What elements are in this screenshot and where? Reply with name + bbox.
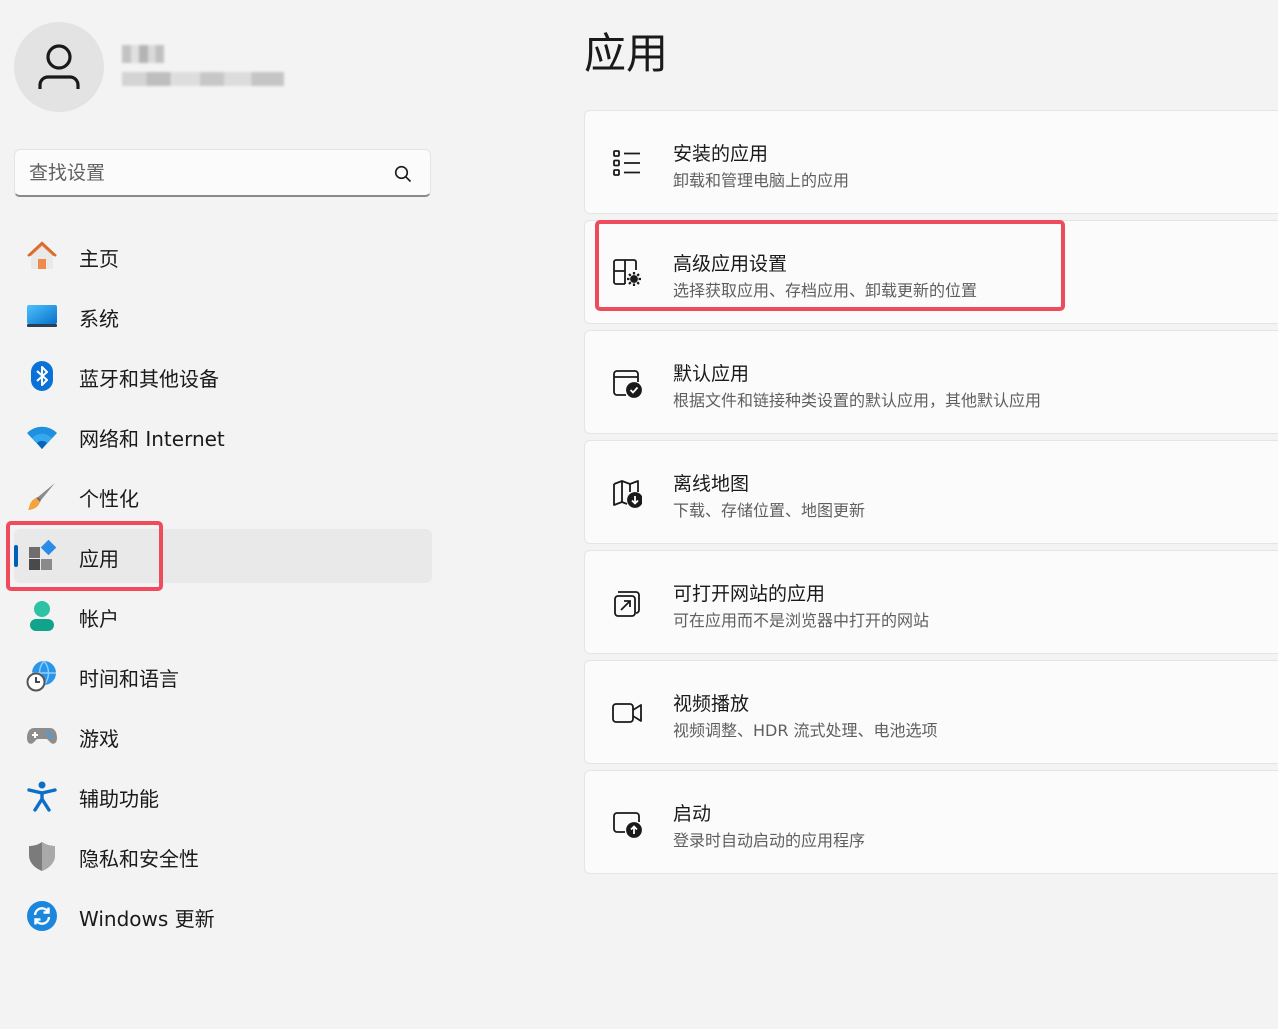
- sidebar-item-label: 时间和语言: [79, 667, 179, 691]
- sidebar-item-home[interactable]: 主页: [14, 229, 432, 283]
- sidebar-item-label: 个性化: [79, 487, 139, 511]
- search-box[interactable]: [14, 149, 431, 197]
- sidebar-item-label: 蓝牙和其他设备: [79, 367, 219, 391]
- card-title: 视频播放: [673, 693, 750, 715]
- sidebar-nav: 主页 系统 蓝牙和其他设备 网络和 Internet 个性化 应用 帐户 时间和…: [14, 229, 432, 949]
- blurred-user-email: [122, 72, 284, 86]
- card-default-apps[interactable]: 默认应用 根据文件和链接种类设置的默认应用，其他默认应用: [584, 330, 1278, 434]
- sidebar-item-label: 应用: [79, 547, 119, 571]
- avatar[interactable]: [14, 22, 104, 112]
- card-subtitle: 可在应用而不是浏览器中打开的网站: [673, 611, 930, 630]
- user-info: [122, 45, 284, 86]
- card-subtitle: 根据文件和链接种类设置的默认应用，其他默认应用: [673, 391, 1042, 410]
- sidebar-item-label: 网络和 Internet: [79, 427, 225, 451]
- system-icon: [26, 300, 58, 332]
- default-apps-icon: [609, 365, 645, 401]
- card-title: 离线地图: [673, 473, 750, 495]
- sidebar-item-windows-update[interactable]: Windows 更新: [14, 889, 432, 943]
- card-apps-for-websites[interactable]: 可打开网站的应用 可在应用而不是浏览器中打开的网站: [584, 550, 1278, 654]
- globe-clock-icon: [26, 660, 58, 692]
- page-title: 应用: [584, 29, 669, 78]
- card-advanced-app-settings[interactable]: 高级应用设置 选择获取应用、存档应用、卸载更新的位置: [584, 220, 1278, 324]
- video-icon: [609, 695, 645, 731]
- card-title: 高级应用设置: [673, 253, 788, 275]
- sidebar-item-label: 主页: [79, 247, 119, 271]
- sidebar-item-bluetooth[interactable]: 蓝牙和其他设备: [14, 349, 432, 403]
- search-icon[interactable]: [394, 165, 412, 183]
- sidebar-item-apps[interactable]: 应用: [14, 529, 432, 583]
- sidebar-item-accounts[interactable]: 帐户: [14, 589, 432, 643]
- map-download-icon: [609, 475, 645, 511]
- accessibility-icon: [26, 780, 58, 812]
- card-video-playback[interactable]: 视频播放 视频调整、HDR 流式处理、电池选项: [584, 660, 1278, 764]
- sidebar-item-label: 游戏: [79, 727, 119, 751]
- card-title: 可打开网站的应用: [673, 583, 826, 605]
- card-subtitle: 登录时自动启动的应用程序: [673, 831, 866, 850]
- card-startup[interactable]: 启动 登录时自动启动的应用程序: [584, 770, 1278, 874]
- sidebar-item-personalization[interactable]: 个性化: [14, 469, 432, 523]
- settings-card-list: 安装的应用 卸载和管理电脑上的应用 高级应用设置 选择获取应用、存档应用、卸载更…: [584, 110, 1278, 880]
- card-subtitle: 视频调整、HDR 流式处理、电池选项: [673, 721, 938, 740]
- sidebar-item-time-language[interactable]: 时间和语言: [14, 649, 432, 703]
- card-subtitle: 选择获取应用、存档应用、卸载更新的位置: [673, 281, 978, 300]
- card-title: 安装的应用: [673, 143, 769, 165]
- app-settings-icon: [609, 255, 645, 291]
- sidebar-item-label: 系统: [79, 307, 119, 331]
- apps-icon: [26, 540, 58, 572]
- sidebar-item-label: 隐私和安全性: [79, 847, 199, 871]
- card-offline-maps[interactable]: 离线地图 下载、存储位置、地图更新: [584, 440, 1278, 544]
- open-external-icon: [609, 585, 645, 621]
- shield-icon: [26, 840, 58, 872]
- list-icon: [609, 145, 645, 181]
- sidebar-item-label: 帐户: [79, 607, 119, 631]
- card-subtitle: 卸载和管理电脑上的应用: [673, 171, 850, 190]
- card-subtitle: 下载、存储位置、地图更新: [673, 501, 866, 520]
- card-title: 启动: [673, 803, 712, 825]
- account-icon: [26, 600, 58, 632]
- blurred-user-name: [122, 45, 164, 63]
- card-title: 默认应用: [673, 363, 750, 385]
- search-input[interactable]: [29, 158, 389, 188]
- user-icon: [38, 44, 80, 89]
- sidebar-item-label: 辅助功能: [79, 787, 159, 811]
- card-installed-apps[interactable]: 安装的应用 卸载和管理电脑上的应用: [584, 110, 1278, 214]
- sidebar-item-network[interactable]: 网络和 Internet: [14, 409, 432, 463]
- home-icon: [26, 240, 58, 272]
- sidebar-item-system[interactable]: 系统: [14, 289, 432, 343]
- sidebar-item-gaming[interactable]: 游戏: [14, 709, 432, 763]
- update-icon: [26, 900, 58, 932]
- sidebar-item-privacy[interactable]: 隐私和安全性: [14, 829, 432, 883]
- settings-window: 主页 系统 蓝牙和其他设备: [0, 0, 1278, 1029]
- bluetooth-icon: [26, 360, 58, 392]
- brush-icon: [26, 480, 58, 512]
- sidebar-item-label: Windows 更新: [79, 907, 215, 931]
- wifi-icon: [26, 420, 58, 452]
- startup-icon: [609, 805, 645, 841]
- gamepad-icon: [26, 720, 58, 752]
- sidebar-item-accessibility[interactable]: 辅助功能: [14, 769, 432, 823]
